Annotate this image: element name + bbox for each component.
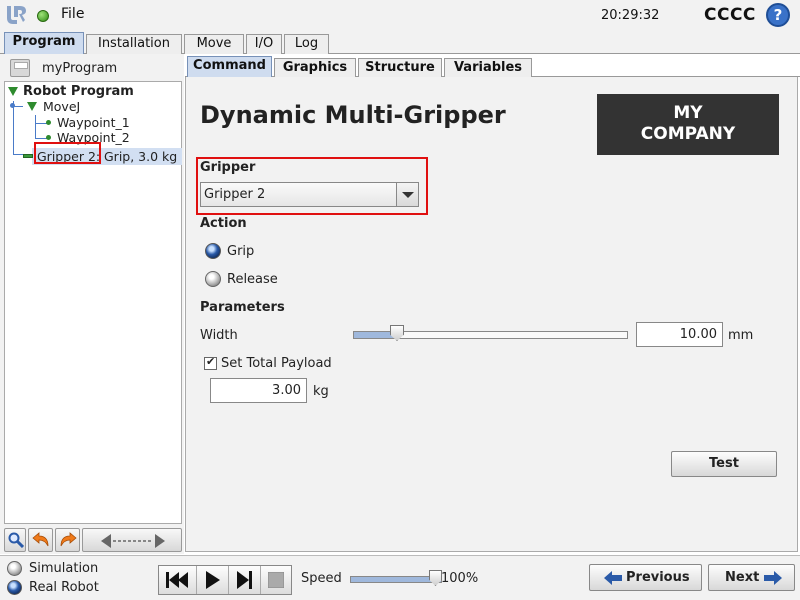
previous-label: Previous — [626, 570, 690, 585]
action-section-label: Action — [200, 216, 247, 231]
step-button[interactable] — [229, 566, 261, 594]
gripper-node-highlight-box — [34, 142, 101, 164]
expanded-triangle-icon — [8, 87, 18, 96]
tab-structure[interactable]: Structure — [358, 58, 442, 77]
help-button[interactable]: ? — [766, 3, 790, 27]
set-payload-label[interactable]: Set Total Payload — [221, 356, 332, 371]
tab-io[interactable]: I/O — [246, 34, 282, 54]
clock: 20:29:32 — [601, 8, 660, 23]
program-file-icon — [10, 59, 30, 77]
company-logo: MY COMPANY — [597, 94, 779, 155]
tab-move[interactable]: Move — [184, 34, 244, 54]
program-header: myProgram — [4, 56, 182, 80]
move-node-button[interactable] — [82, 528, 182, 552]
tree-node-waypoint-1[interactable]: Waypoint_1 — [5, 115, 181, 131]
command-panel: Dynamic Multi-Gripper MY COMPANY Gripper… — [185, 77, 798, 552]
next-button[interactable]: Next — [708, 564, 795, 591]
top-bar: File 20:29:32 CCCC ? — [0, 0, 800, 32]
waypoint-icon — [46, 120, 51, 125]
arrow-left-icon — [604, 571, 622, 585]
payload-input[interactable]: 3.00 — [210, 378, 307, 403]
tree-node-label: Robot Program — [23, 84, 134, 99]
tree-toolbar — [4, 528, 182, 552]
search-icon — [8, 532, 24, 548]
waypoint-icon — [46, 135, 51, 140]
tree-node-label: Waypoint_1 — [57, 115, 130, 130]
speed-slider-fill — [351, 577, 441, 582]
set-payload-checkbox[interactable] — [204, 355, 217, 370]
rewind-icon — [166, 572, 188, 588]
grip-radio[interactable] — [205, 243, 221, 259]
power-status-icon[interactable] — [37, 10, 49, 22]
tab-graphics[interactable]: Graphics — [274, 58, 356, 77]
tab-command[interactable]: Command — [187, 56, 272, 78]
program-panel: myProgram Robot Program MoveJ Waypoint_1… — [0, 54, 184, 554]
speed-value: 100% — [441, 571, 479, 586]
redo-button[interactable] — [55, 528, 80, 552]
release-radio[interactable] — [205, 271, 221, 287]
width-label: Width — [200, 328, 238, 343]
undo-button[interactable] — [28, 528, 53, 552]
redo-icon — [60, 532, 77, 547]
stop-icon — [268, 572, 284, 588]
simulation-radio[interactable] — [7, 561, 22, 576]
parameters-section-label: Parameters — [200, 300, 285, 315]
tree-node-summary: Grip, 3.0 kg — [104, 149, 178, 164]
play-icon — [206, 571, 220, 589]
speed-slider[interactable] — [350, 576, 442, 583]
tree-node-movej[interactable]: MoveJ — [5, 99, 181, 115]
main-tab-bar: Program Installation Move I/O Log — [0, 32, 800, 55]
gripper-node-icon — [23, 154, 33, 158]
program-name: myProgram — [42, 61, 118, 76]
expanded-triangle-icon — [27, 102, 37, 111]
content-tab-bar: Command Graphics Structure Variables — [185, 56, 800, 78]
robot-name: CCCC — [704, 5, 756, 25]
company-logo-line-2: COMPANY — [640, 124, 736, 144]
page-title: Dynamic Multi-Gripper — [200, 101, 506, 129]
release-radio-label[interactable]: Release — [227, 272, 278, 287]
move-arrows-icon — [101, 534, 165, 548]
tab-log[interactable]: Log — [284, 34, 329, 54]
gripper-select-value: Gripper 2 — [204, 187, 266, 202]
next-label: Next — [725, 570, 760, 585]
gripper-section-label: Gripper — [200, 160, 256, 175]
undo-icon — [32, 532, 49, 547]
tree-node-robot-program[interactable]: Robot Program — [5, 84, 181, 100]
search-button[interactable] — [4, 528, 26, 552]
simulation-label[interactable]: Simulation — [29, 561, 98, 576]
payload-unit: kg — [313, 384, 329, 399]
arrow-right-icon — [764, 571, 782, 585]
width-input[interactable]: 10.00 — [636, 322, 723, 347]
tab-program[interactable]: Program — [4, 32, 84, 55]
bottom-bar: Simulation Real Robot Speed 100% Previou… — [0, 555, 800, 600]
universal-robots-logo-icon — [3, 3, 27, 27]
tab-variables[interactable]: Variables — [444, 58, 532, 77]
speed-label: Speed — [301, 571, 342, 586]
tab-installation[interactable]: Installation — [86, 34, 182, 54]
rewind-button[interactable] — [159, 566, 197, 594]
transport-controls — [158, 565, 292, 595]
previous-button[interactable]: Previous — [589, 564, 702, 591]
stop-button[interactable] — [261, 566, 291, 594]
play-button[interactable] — [197, 566, 229, 594]
tree-node-label: MoveJ — [43, 99, 81, 114]
grip-radio-label[interactable]: Grip — [227, 244, 254, 259]
width-unit: mm — [728, 328, 754, 343]
real-robot-label[interactable]: Real Robot — [29, 580, 99, 595]
chevron-down-icon[interactable] — [396, 183, 418, 206]
real-robot-radio[interactable] — [7, 580, 22, 595]
test-button[interactable]: Test — [671, 451, 777, 477]
step-forward-icon — [237, 571, 252, 589]
gripper-select[interactable]: Gripper 2 — [200, 182, 419, 207]
company-logo-line-1: MY — [673, 103, 703, 123]
file-menu[interactable]: File — [61, 6, 84, 22]
